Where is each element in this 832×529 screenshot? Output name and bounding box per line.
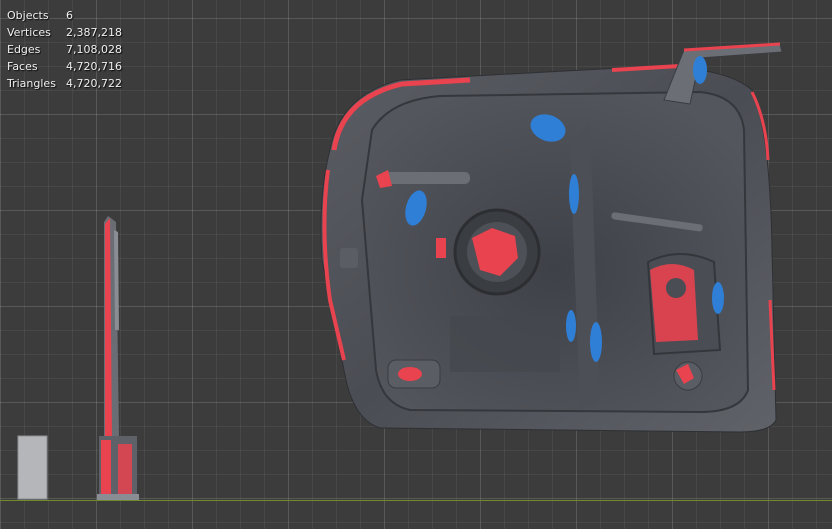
stat-value: 4,720,722 — [66, 77, 122, 90]
stat-label: Edges — [7, 43, 41, 56]
scene-canvas[interactable] — [0, 0, 832, 529]
stat-row-faces: Faces 4,720,716 — [7, 58, 122, 75]
x-axis-line — [0, 500, 832, 501]
stat-row-objects: Objects 6 — [7, 7, 122, 24]
stat-label: Triangles — [7, 77, 56, 90]
stat-row-triangles: Triangles 4,720,722 — [7, 75, 122, 92]
stat-value: 2,387,218 — [66, 26, 122, 39]
reference-box[interactable] — [17, 435, 48, 500]
tail-light-housing[interactable] — [320, 42, 783, 433]
stat-value: 4,720,716 — [66, 60, 122, 73]
stat-value: 6 — [66, 9, 73, 22]
stat-row-edges: Edges 7,108,028 — [7, 41, 122, 58]
stat-value: 7,108,028 — [66, 43, 122, 56]
stat-label: Objects — [7, 9, 49, 22]
stat-row-vertices: Vertices 2,387,218 — [7, 24, 122, 41]
statistics-overlay: Objects 6 Vertices 2,387,218 Edges 7,108… — [7, 7, 122, 92]
3d-viewport[interactable]: Objects 6 Vertices 2,387,218 Edges 7,108… — [0, 0, 832, 529]
pole-object[interactable] — [97, 216, 139, 500]
stat-label: Faces — [7, 60, 38, 73]
stat-label: Vertices — [7, 26, 51, 39]
